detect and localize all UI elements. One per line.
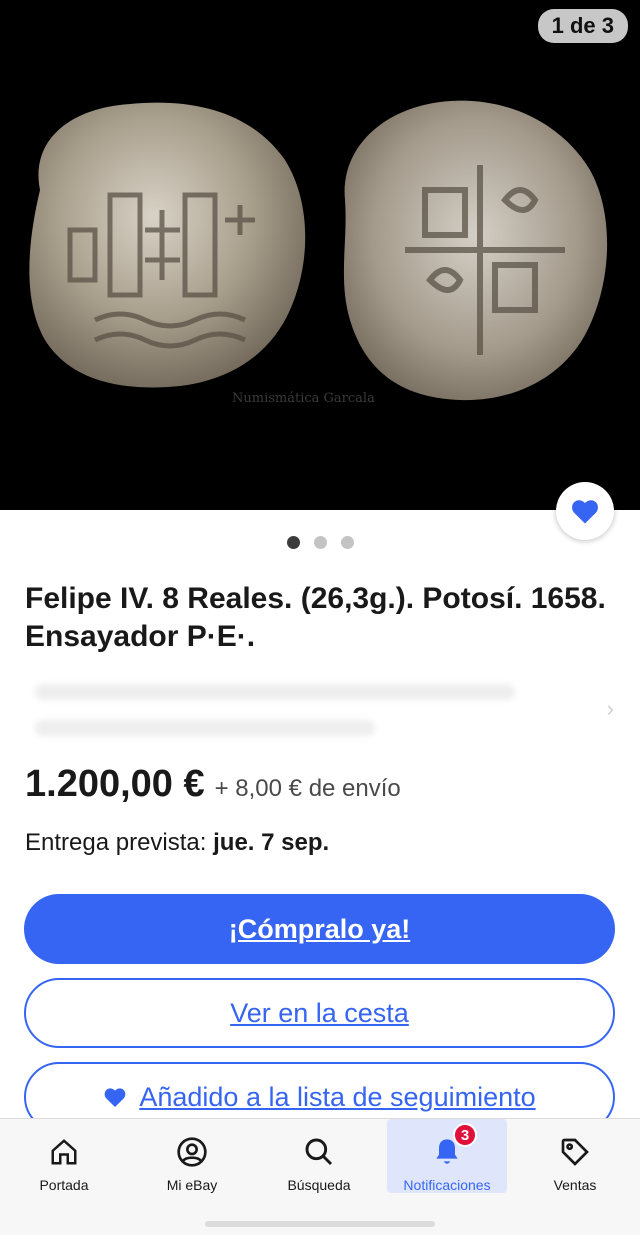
tab-label: Portada [39, 1177, 89, 1193]
listing-title: Felipe IV. 8 Reales. (26,3g.). Potosí. 1… [25, 582, 606, 653]
heart-icon [572, 500, 598, 524]
image-gallery[interactable]: Numismática Garcala 1 de 3 [0, 0, 640, 510]
seller-info-blurred[interactable] [25, 672, 615, 742]
pagination-dot[interactable] [313, 536, 327, 549]
watchlist-label: Añadido a la lista de seguimiento [139, 1081, 536, 1112]
home-icon [47, 1135, 81, 1169]
buy-now-button[interactable]: ¡Cómpralo ya! [24, 894, 615, 964]
tab-label: Ventas [553, 1177, 597, 1193]
home-indicator [205, 1221, 435, 1227]
chevron-right-icon: › [606, 696, 614, 721]
search-icon [302, 1135, 336, 1169]
user-icon [175, 1135, 209, 1169]
pagination-dot[interactable] [340, 536, 354, 549]
tab-label: Notificaciones [403, 1177, 491, 1193]
watch-heart-button[interactable] [556, 482, 614, 540]
image-counter: 1 de 3 [537, 9, 628, 43]
tab-mi-ebay[interactable]: Mi eBay [132, 1119, 252, 1193]
watermark-text: Numismática Garcala [232, 391, 375, 406]
delivery-label: Entrega prevista: [25, 829, 207, 856]
pagination-dot-active[interactable] [286, 536, 300, 549]
view-cart-button[interactable]: Ver en la cesta [24, 978, 615, 1048]
bottom-tab-bar: Portada Mi eBay Búsqueda 3 Notificacione… [0, 1118, 640, 1235]
price: 1.200,00 € [25, 763, 205, 805]
price-row: 1.200,00 € + 8,00 € de envío [25, 763, 401, 806]
gallery-pagination [0, 536, 640, 549]
tab-portada[interactable]: Portada [4, 1119, 124, 1193]
delivery-date: jue. 7 sep. [213, 829, 330, 856]
coin-photo: Numismática Garcala [29, 100, 608, 406]
tab-busqueda[interactable]: Búsqueda [259, 1119, 379, 1193]
heart-icon [104, 1088, 126, 1107]
notification-badge: 3 [453, 1123, 477, 1147]
tab-label: Mi eBay [166, 1177, 218, 1193]
shipping-cost: + 8,00 € de envío [214, 775, 401, 802]
delivery-estimate: Entrega prevista: jue. 7 sep. [25, 829, 329, 857]
tag-icon [558, 1135, 592, 1169]
tab-notificaciones[interactable]: 3 Notificaciones [387, 1119, 507, 1193]
tab-label: Búsqueda [287, 1177, 351, 1193]
tab-ventas[interactable]: Ventas [515, 1119, 635, 1193]
